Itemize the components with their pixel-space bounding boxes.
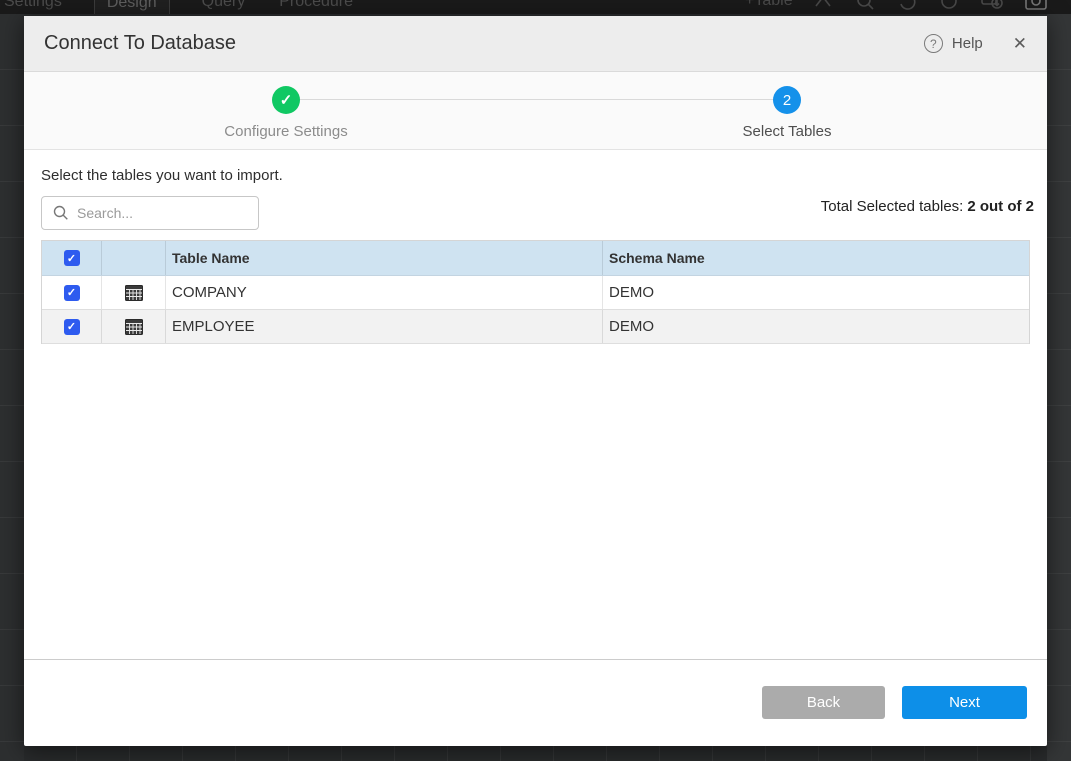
search-icon (53, 205, 69, 221)
step-1-completed-icon: ✓ (272, 86, 300, 114)
total-selected-summary: Total Selected tables:2 out of 2 (821, 198, 1034, 215)
tables-list: ✓ Table Name Schema Name ✓ COMPANY DEMO … (41, 240, 1030, 344)
total-selected-label: Total Selected tables: (821, 198, 964, 215)
connect-to-database-dialog: Connect To Database ? Help ✕ ✓ 2 Configu… (24, 16, 1047, 746)
search-icon (854, 0, 876, 12)
step-2-label: Select Tables (743, 123, 832, 140)
row-checkbox[interactable]: ✓ (64, 285, 80, 301)
background-tabs: Settings Design Query Procedure (2, 0, 355, 14)
background-left-panel (0, 14, 24, 761)
undo-icon (896, 0, 918, 12)
table-name-cell: EMPLOYEE (166, 310, 603, 343)
back-button[interactable]: Back (762, 686, 885, 719)
table-name-cell: COMPANY (166, 276, 603, 309)
camera-icon (1024, 0, 1048, 12)
background-right-panel (1047, 14, 1071, 761)
table-icon (125, 285, 143, 301)
schema-name-cell: DEMO (603, 310, 1029, 343)
total-selected-value: 2 out of 2 (967, 198, 1034, 215)
footer-divider (24, 659, 1047, 660)
table-icon (125, 319, 143, 335)
step-1-label: Configure Settings (224, 123, 347, 140)
redo-icon (938, 0, 960, 12)
tab-design: Design (94, 0, 170, 14)
search-input[interactable] (77, 205, 237, 221)
instruction-text: Select the tables you want to import. (41, 167, 283, 184)
icon-column-header (102, 241, 166, 275)
dialog-title: Connect To Database (44, 32, 236, 55)
chevron-up-icon (812, 0, 834, 12)
background-topbar: Settings Design Query Procedure +Table (0, 0, 1071, 14)
table-row[interactable]: ✓ EMPLOYEE DEMO (42, 310, 1029, 344)
add-table-button: +Table (745, 0, 793, 10)
stepper-connector (286, 99, 787, 100)
dialog-header: Connect To Database ? Help ✕ (24, 16, 1047, 72)
table-header-row: ✓ Table Name Schema Name (42, 241, 1029, 276)
background-canvas (24, 746, 1047, 761)
search-box[interactable] (41, 196, 259, 230)
tab-settings: Settings (2, 0, 64, 14)
tab-procedure: Procedure (277, 0, 355, 14)
table-row[interactable]: ✓ COMPANY DEMO (42, 276, 1029, 310)
select-all-checkbox[interactable]: ✓ (64, 250, 80, 266)
help-icon[interactable]: ? (924, 34, 943, 53)
next-button[interactable]: Next (902, 686, 1027, 719)
schema-name-cell: DEMO (603, 276, 1029, 309)
row-checkbox[interactable]: ✓ (64, 319, 80, 335)
table-name-column-header: Table Name (166, 241, 603, 275)
tab-query: Query (200, 0, 248, 14)
schema-name-column-header: Schema Name (603, 241, 1029, 275)
step-2-indicator: 2 (773, 86, 801, 114)
export-icon (980, 0, 1004, 12)
stepper: ✓ 2 Configure Settings Select Tables (24, 72, 1047, 150)
close-icon[interactable]: ✕ (1013, 35, 1027, 52)
help-button[interactable]: Help (952, 35, 983, 52)
